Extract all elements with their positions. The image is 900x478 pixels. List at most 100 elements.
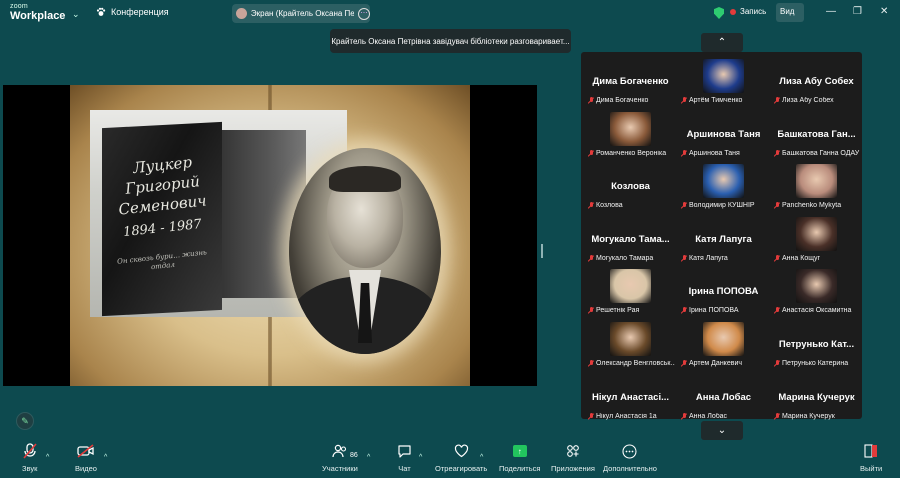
more-options-icon[interactable]: ⋯	[358, 7, 370, 20]
chat-label: Чат	[398, 464, 411, 473]
shared-screen: Луцкер Григорий Семенович 1894 - 1987 Он…	[3, 85, 537, 386]
share-screen-icon: ↑	[512, 440, 527, 462]
participant-name: Нікул Анастасі...	[591, 391, 670, 403]
participant-caption: Анна Кощуг	[774, 254, 861, 262]
gravestone-epitaph: Луцкер Григорий Семенович 1894 - 1987 Он…	[115, 153, 210, 271]
split-drag-handle[interactable]	[541, 244, 543, 258]
participant-tile[interactable]: Петрунько Кат... Петрунько Катерина	[770, 319, 863, 371]
participant-tile[interactable]: Могукало Тама... Могукало Тамара	[584, 214, 677, 266]
record-indicator[interactable]: Запись	[730, 7, 766, 16]
participant-tile[interactable]: Романченко Вероніка	[584, 109, 677, 161]
participant-tile[interactable]: Дима Богаченко Дима Богаченко	[584, 56, 677, 108]
participant-name: Катя Лапуга	[695, 233, 752, 245]
participant-tile[interactable]: Анна Лобас Анна Лобас	[677, 372, 770, 424]
participant-tile[interactable]: Катя Лапуга Катя Лапуга	[677, 214, 770, 266]
participants-caret-icon[interactable]: ^	[367, 454, 370, 461]
camera-off-icon	[77, 440, 95, 462]
chat-caret-icon[interactable]: ^	[419, 454, 422, 461]
participant-tile[interactable]: Башкатова Ган... Башкатова Ганна ОДАУ	[770, 109, 863, 161]
share-screen-label: Экран (Крайтель Оксана Петрі	[250, 9, 355, 18]
participant-video	[703, 59, 744, 93]
participant-tile[interactable]: Ірина ПОПОВА Ірина ПОПОВА	[677, 266, 770, 318]
participant-caption-text: Решетнік Рая	[596, 307, 640, 315]
participants-gallery: Дима Богаченко Дима Богаченко Артём Тимчен…	[581, 52, 863, 420]
participant-caption: Анна Лобас	[681, 412, 768, 420]
participant-caption: Решетнік Рая	[588, 307, 675, 314]
mic-muted-icon	[774, 307, 780, 314]
participant-caption-text: Козлова	[596, 202, 623, 210]
close-icon[interactable]: ✕	[880, 6, 888, 17]
participant-caption-text: Петрунько Катерина	[782, 360, 849, 367]
participant-video	[703, 322, 744, 356]
participant-tile[interactable]: Марина Кучерук Марина Кучерук	[770, 372, 863, 424]
participant-tile[interactable]: Лиза Абу Собех Лиза Абу Собех	[770, 56, 863, 108]
participant-video	[796, 269, 837, 304]
more-label: Дополнительно	[603, 464, 657, 473]
participant-tile[interactable]: Володимир КУШНІР	[677, 161, 770, 213]
participant-tile[interactable]: Козлова Козлова	[584, 161, 677, 213]
participant-name: Анна Лобас	[695, 391, 752, 403]
heart-icon	[454, 440, 469, 462]
gallery-next-button[interactable]: ⌄	[701, 421, 743, 440]
participant-tile[interactable]: Аршинова Таня Аршинова Таня	[677, 109, 770, 161]
video-options-caret-icon[interactable]: ^	[104, 454, 107, 461]
participants-label: Участники	[322, 464, 358, 473]
participant-caption-text: Panchenko Mykyta	[782, 202, 842, 210]
gallery-prev-button[interactable]: ⌃	[701, 33, 743, 52]
mic-muted-icon	[774, 149, 780, 157]
mic-muted-icon	[588, 412, 594, 420]
top-bar: zoom Workplace ⌄ Конференция Экран (Край…	[0, 0, 900, 26]
conference-button[interactable]: Конференция	[96, 7, 169, 17]
participant-caption: Артем Данкевич	[681, 360, 768, 367]
leave-label: Выйти	[860, 464, 883, 473]
chevron-up-icon: ⌃	[717, 37, 727, 48]
app-menu-chevron-icon[interactable]: ⌄	[72, 9, 80, 20]
participant-tile[interactable]: Анастасія Оксамитна	[770, 266, 863, 318]
participant-caption: Романченко Вероніка	[588, 149, 675, 157]
participant-video	[796, 216, 837, 251]
participant-tile[interactable]: Нікул Анастасі... Нікул Анастасія 1а	[584, 372, 677, 424]
shield-icon[interactable]	[714, 7, 724, 19]
participant-caption: Panchenko Mykyta	[774, 202, 861, 209]
participant-caption: Могукало Тамара	[588, 254, 675, 262]
participant-video	[610, 322, 651, 356]
participant-caption: Марина Кучерук	[774, 412, 861, 420]
participant-caption: Аршинова Таня	[681, 149, 768, 157]
participant-name: Козлова	[611, 181, 650, 193]
restore-icon[interactable]: ❐	[853, 6, 862, 17]
participant-caption: Лиза Абу Собех	[774, 97, 861, 104]
mic-muted-icon	[774, 254, 780, 262]
leave-button[interactable]: Выйти	[860, 440, 882, 473]
participant-tile[interactable]: Анна Кощуг	[770, 214, 863, 266]
participant-tile[interactable]: Артем Данкевич	[677, 319, 770, 371]
share-button[interactable]: ↑ Поделиться	[499, 440, 540, 473]
annotate-pencil-icon[interactable]: ✎	[16, 412, 34, 430]
audio-button[interactable]: Звук	[22, 440, 37, 473]
participant-caption-text: Анна Лобас	[689, 412, 727, 420]
participant-tile[interactable]: Решетнік Рая	[584, 266, 677, 318]
participant-tile[interactable]: Panchenko Mykyta	[770, 161, 863, 213]
video-button[interactable]: Видео	[75, 440, 97, 473]
participant-name: Аршинова Таня	[686, 128, 761, 140]
chat-button[interactable]: Чат	[397, 440, 412, 473]
mic-muted-icon	[681, 97, 687, 104]
view-label: Вид	[780, 7, 795, 16]
presenter-avatar	[236, 8, 247, 19]
apps-button[interactable]: Приложения	[551, 440, 595, 473]
audio-options-caret-icon[interactable]: ^	[46, 454, 49, 461]
react-label: Отреагировать	[435, 464, 488, 473]
share-screen-pill[interactable]: Экран (Крайтель Оксана Петрі ⋯	[232, 4, 370, 23]
participant-tile[interactable]: Артём Тимченко	[677, 56, 770, 108]
participants-count: 86	[350, 452, 358, 459]
toast-text: Крайтель Оксана Петрівна завідувач біблі…	[331, 36, 570, 46]
participant-name: Могукало Тама...	[591, 233, 670, 245]
mic-muted-icon	[681, 360, 687, 367]
participant-caption-text: Олександр Венгловськ...	[596, 360, 675, 367]
react-caret-icon[interactable]: ^	[480, 454, 483, 461]
minimize-icon[interactable]: —	[826, 6, 836, 17]
mic-muted-icon	[681, 254, 687, 262]
participants-icon	[332, 440, 348, 462]
more-button[interactable]: Дополнительно	[603, 440, 657, 473]
participant-tile[interactable]: Олександр Венгловськ...	[584, 319, 677, 371]
participant-caption-text: Аршинова Таня	[689, 149, 740, 157]
